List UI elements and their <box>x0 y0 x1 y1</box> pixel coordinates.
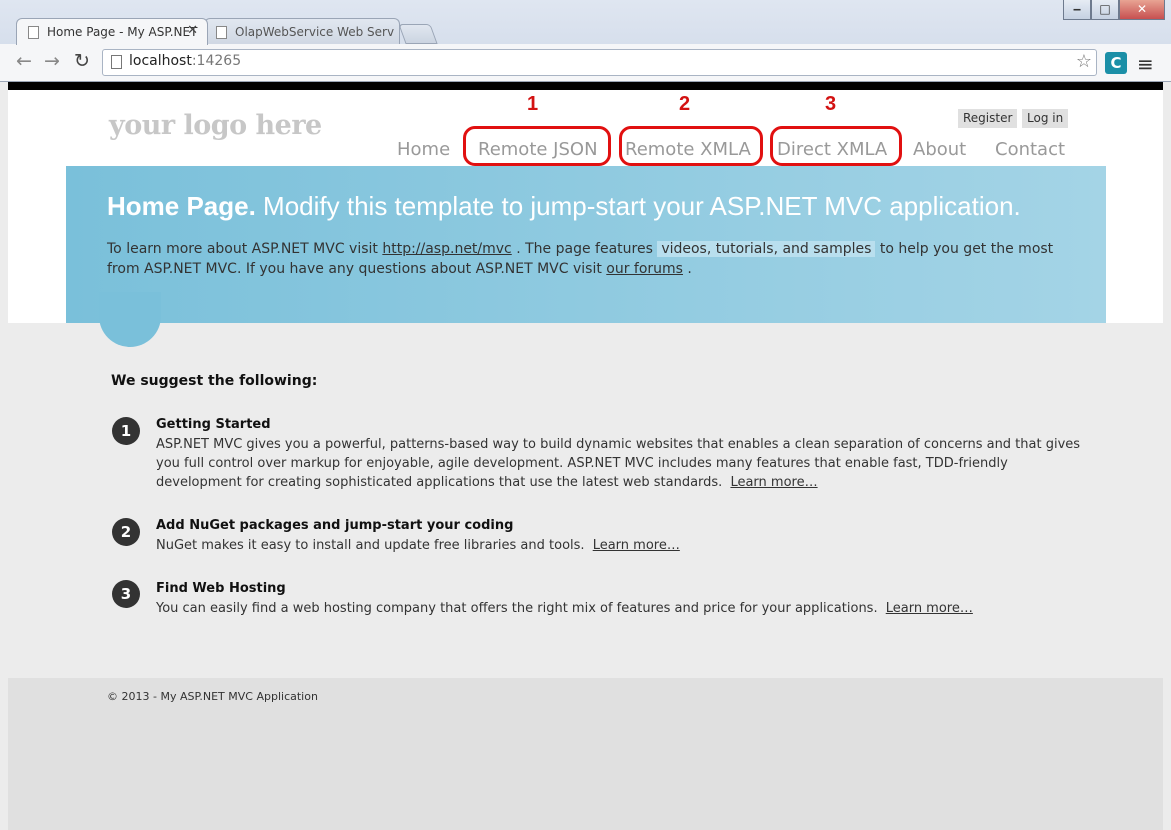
annotation-number: 3 <box>825 93 837 115</box>
featured-banner: Home Page. Modify this template to jump-… <box>66 166 1106 323</box>
site-logo[interactable]: your logo here <box>109 110 322 141</box>
close-window-button[interactable]: ✕ <box>1119 0 1165 20</box>
browser-chrome: Home Page - My ASP.NET ✕ OlapWebService … <box>0 0 1171 82</box>
url-port: :14265 <box>191 53 242 69</box>
page-icon <box>111 55 122 69</box>
featured-text-part: . The page features <box>511 241 658 257</box>
annotation-number: 1 <box>527 93 539 115</box>
learn-more-link[interactable]: Learn more… <box>886 601 973 616</box>
nav-remote-xmla[interactable]: Remote XMLA <box>625 139 751 160</box>
tab-title: Home Page - My ASP.NET <box>47 25 198 39</box>
learn-more-link[interactable]: Learn more… <box>730 475 817 490</box>
tab-olap-web-service[interactable]: OlapWebService Web Serv <box>204 18 400 45</box>
nav-remote-json[interactable]: Remote JSON <box>478 139 598 160</box>
web-page: your logo here Register Log in 1 2 3 Hom… <box>8 82 1163 830</box>
videos-tutorials-link[interactable]: videos, tutorials, and samples <box>657 241 876 257</box>
tab-home-page[interactable]: Home Page - My ASP.NET ✕ <box>16 18 208 45</box>
step-text: ASP.NET MVC gives you a powerful, patter… <box>156 437 1081 490</box>
forward-arrow-icon[interactable]: → <box>44 50 60 72</box>
step-title: Find Web Hosting <box>156 581 286 596</box>
featured-title-rest: Modify this template to jump-start your … <box>255 191 1021 221</box>
main-content: We suggest the following: 1 Getting Star… <box>8 323 1163 678</box>
new-tab-button[interactable] <box>398 24 438 44</box>
step-description: ASP.NET MVC gives you a powerful, patter… <box>156 435 1091 492</box>
step-number-badge: 1 <box>112 417 140 445</box>
tab-title: OlapWebService Web Serv <box>235 25 395 39</box>
tab-strip: Home Page - My ASP.NET ✕ OlapWebService … <box>0 0 1171 45</box>
close-tab-icon[interactable]: ✕ <box>187 23 198 38</box>
featured-text-part: . <box>682 261 692 277</box>
featured-title-bold: Home Page. <box>107 191 256 221</box>
address-bar[interactable]: localhost:14265 ☆ <box>102 49 1097 76</box>
url-text[interactable]: localhost:14265 <box>129 53 241 69</box>
minimize-button[interactable]: ‒ <box>1063 0 1091 20</box>
step-number-badge: 3 <box>112 580 140 608</box>
step-description: You can easily find a web hosting compan… <box>156 599 1091 618</box>
url-host: localhost <box>129 53 192 69</box>
nav-contact[interactable]: Contact <box>995 139 1065 160</box>
step-text: You can easily find a web hosting compan… <box>156 601 882 616</box>
asp-net-mvc-link[interactable]: http://asp.net/mvc <box>382 241 511 257</box>
nav-direct-xmla[interactable]: Direct XMLA <box>777 139 887 160</box>
login-link[interactable]: Log in <box>1022 109 1069 128</box>
page-favicon-icon <box>216 26 227 39</box>
copyright-text: © 2013 - My ASP.NET MVC Application <box>107 690 318 703</box>
bookmark-star-icon[interactable]: ☆ <box>1076 51 1092 72</box>
browser-menu-icon[interactable]: ≡ <box>1137 52 1154 76</box>
step-title: Add NuGet packages and jump-start your c… <box>156 518 514 533</box>
reload-icon[interactable]: ↻ <box>74 50 90 72</box>
step-text: NuGet makes it easy to install and updat… <box>156 538 589 553</box>
nav-home[interactable]: Home <box>397 139 450 160</box>
learn-more-link[interactable]: Learn more… <box>593 538 680 553</box>
step-number-badge: 2 <box>112 518 140 546</box>
featured-title: Home Page. Modify this template to jump-… <box>107 191 1021 222</box>
page-favicon-icon <box>28 26 39 39</box>
register-link[interactable]: Register <box>958 109 1018 128</box>
nav-about[interactable]: About <box>913 139 966 160</box>
suggestions-heading: We suggest the following: <box>111 373 318 389</box>
forums-link[interactable]: our forums <box>606 261 683 277</box>
step-description: NuGet makes it easy to install and updat… <box>156 536 1091 555</box>
featured-text-part: To learn more about ASP.NET MVC visit <box>107 241 383 257</box>
footer: © 2013 - My ASP.NET MVC Application <box>8 678 1163 830</box>
top-border <box>8 82 1163 90</box>
featured-text: To learn more about ASP.NET MVC visit ht… <box>107 239 1067 279</box>
annotation-number: 2 <box>679 93 691 115</box>
extension-icon[interactable]: C <box>1105 52 1127 74</box>
step-title: Getting Started <box>156 417 271 432</box>
maximize-button[interactable]: □ <box>1091 0 1119 20</box>
back-arrow-icon[interactable]: ← <box>16 50 32 72</box>
